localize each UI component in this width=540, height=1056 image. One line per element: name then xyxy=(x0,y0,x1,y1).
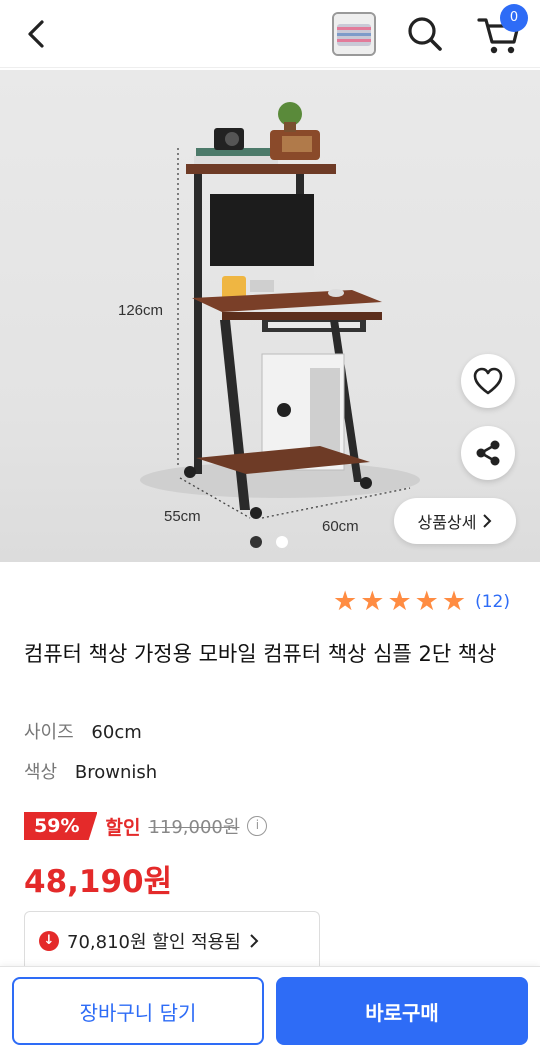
width-dimension-label: 60cm xyxy=(322,518,359,535)
height-dimension-label: 126cm xyxy=(118,302,164,319)
sale-price: 48,190원 xyxy=(24,864,173,900)
star-icon: ★ xyxy=(414,586,439,617)
computer-desk-product-image xyxy=(140,102,420,519)
discount-label: 할인 xyxy=(105,816,141,839)
product-title: 컴퓨터 책상 가정용 모바일 컴퓨터 책상 심플 2단 책상 xyxy=(24,642,497,666)
star-icon: ★ xyxy=(360,586,385,617)
buy-now-button[interactable]: 바로구매 xyxy=(276,977,528,1045)
chevron-right-icon xyxy=(250,933,259,948)
star-icon: ★ xyxy=(387,586,412,617)
wishlist-button[interactable] xyxy=(461,354,515,408)
discount-row: 59% 할인 119,000원 i xyxy=(24,812,268,840)
option-size-key: 사이즈 xyxy=(24,722,74,743)
search-icon xyxy=(408,17,442,51)
add-to-cart-button[interactable]: 장바구니 담기 xyxy=(12,977,264,1045)
option-size-value: 60cm xyxy=(91,722,142,743)
original-price: 119,000원 xyxy=(148,817,240,838)
share-icon xyxy=(476,440,500,466)
bottom-action-bar: 장바구니 담기 바로구매 xyxy=(0,966,540,1056)
option-color-value: Brownish xyxy=(74,762,158,783)
product-image-carousel[interactable]: 126cm 55cm 60cm 상품상세 xyxy=(0,70,540,562)
coupon-applied-button[interactable]: ↓ 70,810원 할인 적용됨 xyxy=(24,911,320,969)
product-detail-button[interactable]: 상품상세 xyxy=(394,498,516,544)
chevron-right-icon xyxy=(483,514,492,528)
rating-summary[interactable]: ★ ★ ★ ★ ★ (12) xyxy=(333,588,510,616)
share-button[interactable] xyxy=(461,426,515,480)
heart-icon xyxy=(473,367,503,395)
star-icon: ★ xyxy=(333,586,358,617)
cart-count-badge: 0 xyxy=(500,4,528,32)
option-color-key: 색상 xyxy=(24,762,58,783)
carousel-dot-active[interactable] xyxy=(250,536,262,548)
desk-thumbnail-image xyxy=(334,14,374,54)
coupon-applied-text: 70,810원 할인 적용됨 xyxy=(67,931,241,953)
option-size: 사이즈 60cm xyxy=(24,718,142,744)
back-button[interactable] xyxy=(20,16,52,52)
chevron-left-icon xyxy=(28,20,44,48)
product-detail-label: 상품상세 xyxy=(417,513,477,532)
product-thumbnail-button[interactable] xyxy=(332,12,376,56)
info-icon[interactable]: i xyxy=(247,816,268,836)
option-color: 색상 Brownish xyxy=(24,758,157,784)
arrow-down-circle-icon: ↓ xyxy=(39,930,59,951)
star-icon: ★ xyxy=(441,586,467,617)
top-app-bar: 0 xyxy=(0,0,540,68)
review-count[interactable]: (12) xyxy=(475,592,510,612)
search-button[interactable] xyxy=(404,14,446,54)
discount-percent-badge: 59% xyxy=(24,812,98,840)
depth-dimension-label: 55cm xyxy=(164,508,201,525)
carousel-dot[interactable] xyxy=(276,536,288,548)
